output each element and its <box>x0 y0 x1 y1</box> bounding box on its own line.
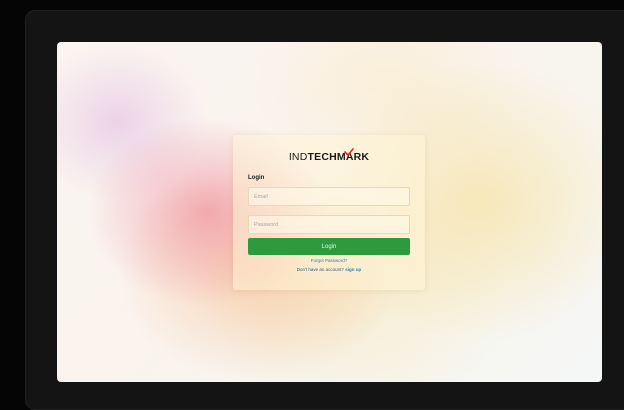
login-button[interactable]: Login <box>248 238 410 255</box>
brand-logo: INDTECHMARK <box>248 148 410 164</box>
login-screen: INDTECHMARK Login Login Forgot Password?… <box>57 42 602 382</box>
signup-prompt: Don't have an account? sign up <box>248 267 410 273</box>
logo-text-bold: TECHMARK <box>307 151 370 163</box>
check-mark-icon <box>344 148 354 156</box>
login-heading: Login <box>248 175 265 181</box>
no-account-text: Don't have an account? <box>296 267 344 272</box>
logo-text-light: IND <box>288 151 308 163</box>
password-field[interactable] <box>248 215 410 234</box>
signup-link[interactable]: sign up <box>345 267 361 272</box>
forgot-password-link[interactable]: Forgot Password? <box>248 258 410 264</box>
email-field[interactable] <box>248 187 410 206</box>
login-card: INDTECHMARK Login Login Forgot Password?… <box>233 135 425 290</box>
